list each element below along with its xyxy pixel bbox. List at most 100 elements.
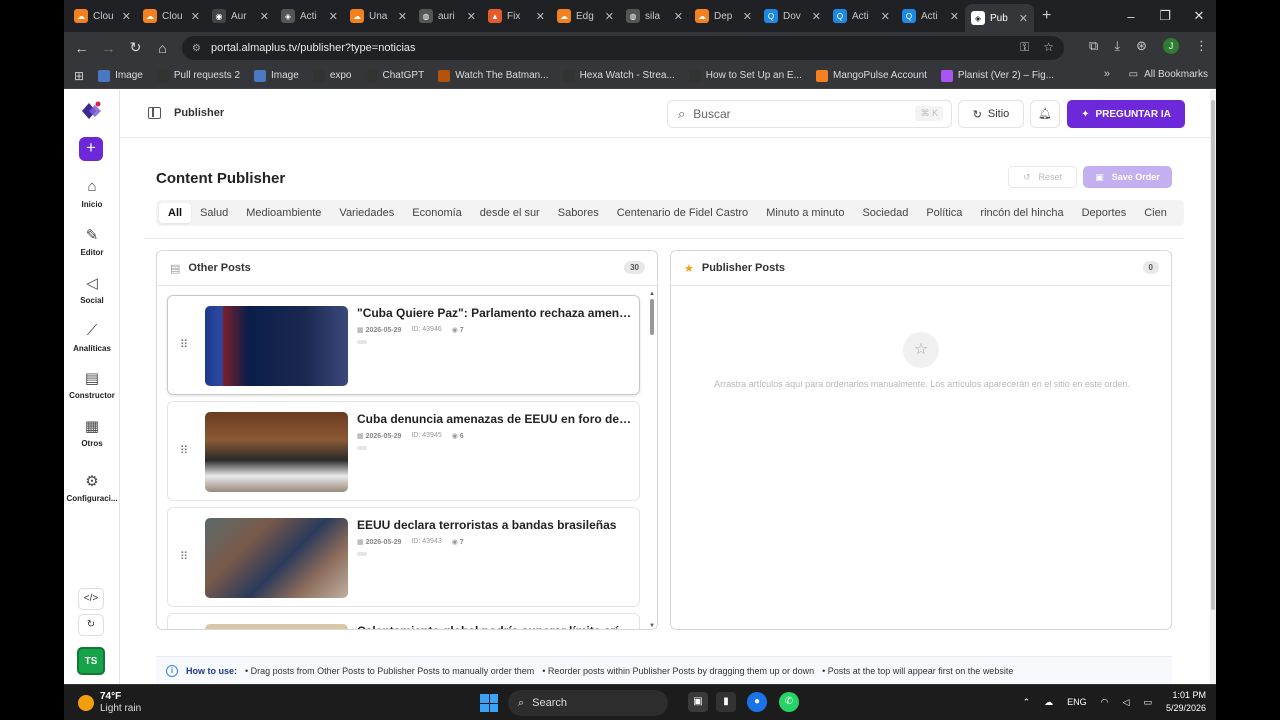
ask-ai-button[interactable]: ✦ PREGUNTAR IA bbox=[1067, 100, 1185, 128]
volume-icon[interactable]: ◁ bbox=[1123, 697, 1130, 708]
scroll-down-icon[interactable]: ▼ bbox=[649, 623, 655, 629]
category-tab[interactable]: Minuto a minuto bbox=[757, 203, 853, 223]
save-order-button[interactable]: ▣ Save Order bbox=[1083, 166, 1172, 188]
chrome-icon[interactable]: ● bbox=[747, 692, 767, 712]
tab-close-icon[interactable]: ✕ bbox=[605, 10, 614, 23]
bookmark-item[interactable]: Pull requests 2 bbox=[156, 69, 240, 82]
terminal-icon[interactable]: ▮ bbox=[716, 692, 736, 712]
scroll-up-icon[interactable]: ▲ bbox=[649, 291, 655, 297]
tab-close-icon[interactable]: ✕ bbox=[260, 10, 269, 23]
scroll-thumb[interactable] bbox=[650, 299, 654, 335]
category-tab[interactable]: All bbox=[159, 203, 192, 223]
tab-close-icon[interactable]: ✕ bbox=[329, 10, 338, 23]
task-view-icon[interactable]: ▣ bbox=[688, 692, 708, 712]
category-tab[interactable]: Sabores bbox=[549, 203, 608, 223]
category-tab[interactable]: Centenario de Fidel Castro bbox=[608, 203, 757, 223]
browser-tab[interactable]: ◈ Pub ✕ bbox=[965, 4, 1034, 32]
language-indicator[interactable]: ENG bbox=[1067, 697, 1087, 707]
all-bookmarks[interactable]: ▭ All Bookmarks bbox=[1129, 69, 1208, 80]
page-scrollbar[interactable] bbox=[1210, 90, 1216, 684]
site-button[interactable]: ↻ Sitio bbox=[958, 100, 1024, 128]
bookmark-item[interactable]: expo bbox=[312, 69, 352, 82]
profile-avatar[interactable]: J bbox=[1163, 38, 1179, 54]
sync-icon[interactable]: ⊛ bbox=[1136, 38, 1147, 54]
minimize-icon[interactable]: – bbox=[1114, 9, 1148, 24]
forward-icon[interactable]: → bbox=[95, 40, 122, 56]
category-tab[interactable]: Salud bbox=[191, 203, 237, 223]
downloads-icon[interactable]: ⤓ bbox=[1114, 38, 1120, 54]
bookmark-item[interactable]: ChatGPT bbox=[365, 69, 424, 82]
tab-close-icon[interactable]: ✕ bbox=[950, 10, 959, 23]
category-tab[interactable]: Política bbox=[917, 203, 971, 223]
sidebar-item-inicio[interactable]: ⌂ Inicio bbox=[64, 178, 120, 209]
sidebar-item-social[interactable]: ◁ Social bbox=[64, 274, 120, 305]
browser-tab[interactable]: ◈ Acti ✕ bbox=[275, 3, 344, 29]
bookmark-item[interactable]: Image bbox=[254, 69, 299, 82]
clock[interactable]: 1:01 PM 5/29/2026 bbox=[1166, 689, 1206, 715]
bookmark-item[interactable]: Hexa Watch - Strea... bbox=[562, 69, 675, 82]
tab-close-icon[interactable]: ✕ bbox=[1019, 12, 1028, 25]
post-card[interactable]: ⠿ "Cuba Quiere Paz": Parlamento rechaza a… bbox=[167, 295, 640, 395]
browser-tab[interactable]: ☁ Dep ✕ bbox=[689, 3, 758, 29]
app-logo[interactable] bbox=[78, 100, 104, 122]
refresh-icon[interactable]: ↻ bbox=[78, 614, 104, 636]
category-tab[interactable]: Cien bbox=[1135, 203, 1176, 223]
page-scroll-thumb[interactable] bbox=[1211, 100, 1215, 610]
category-tab[interactable]: Deportes bbox=[1073, 203, 1136, 223]
whatsapp-icon[interactable]: ✆ bbox=[779, 692, 799, 712]
tray-expand-icon[interactable]: ⌃ bbox=[1023, 697, 1031, 708]
notifications-bell-icon[interactable]: 🔔︎ bbox=[1030, 100, 1060, 128]
battery-icon[interactable]: ▭ bbox=[1143, 697, 1152, 708]
tab-close-icon[interactable]: ✕ bbox=[881, 10, 890, 23]
apps-grid-icon[interactable]: ⊞ bbox=[74, 69, 84, 83]
sidebar-item-constructor[interactable]: ▤ Constructor bbox=[64, 369, 120, 400]
bookmark-item[interactable]: How to Set Up an E... bbox=[688, 69, 802, 82]
menu-icon[interactable]: ⋮ bbox=[1195, 38, 1208, 54]
browser-tab[interactable]: ☁ Edg ✕ bbox=[551, 3, 620, 29]
post-card[interactable]: ⠿ Cuba denuncia amenazas de EEUU en foro … bbox=[167, 401, 640, 501]
site-info-icon[interactable]: ⚙ bbox=[192, 43, 201, 54]
restore-icon[interactable]: ❐ bbox=[1148, 8, 1182, 24]
browser-tab[interactable]: Q Acti ✕ bbox=[827, 3, 896, 29]
browser-tab[interactable]: ☁ Clou ✕ bbox=[68, 3, 137, 29]
sidebar-item-editor[interactable]: ✎ Editor bbox=[64, 226, 120, 257]
bookmark-item[interactable]: Image bbox=[98, 69, 143, 82]
tab-close-icon[interactable]: ✕ bbox=[122, 10, 131, 23]
bookmark-item[interactable]: Watch The Batman... bbox=[438, 69, 549, 82]
sidebar-item-analíticas[interactable]: ⟋ Analíticas bbox=[64, 322, 120, 353]
browser-tab[interactable]: Q Acti ✕ bbox=[896, 3, 965, 29]
tab-close-icon[interactable]: ✕ bbox=[398, 10, 407, 23]
url-field[interactable]: ⚙ portal.almaplus.tv/publisher?type=noti… bbox=[182, 36, 1064, 60]
weather-widget[interactable]: 74°F Light rain bbox=[78, 691, 141, 715]
browser-tab[interactable]: ▲ Fix ✕ bbox=[482, 3, 551, 29]
wifi-icon[interactable]: ◠ bbox=[1101, 697, 1109, 708]
bookmark-star-icon[interactable]: ☆ bbox=[1043, 40, 1054, 55]
browser-tab[interactable]: ◉ Aur ✕ bbox=[206, 3, 275, 29]
code-icon[interactable]: </> bbox=[78, 588, 104, 610]
category-tab[interactable]: Variedades bbox=[330, 203, 403, 223]
tab-close-icon[interactable]: ✕ bbox=[467, 10, 476, 23]
sidebar-item-otros[interactable]: ▦ Otros bbox=[64, 417, 120, 448]
bookmark-item[interactable]: Planist (Ver 2) – Fig... bbox=[940, 69, 1054, 82]
posts-scrollbar[interactable]: ▲ ▼ bbox=[649, 291, 655, 629]
reload-icon[interactable]: ↻ bbox=[122, 39, 149, 56]
bookmark-item[interactable]: MangoPulse Account bbox=[815, 69, 927, 82]
browser-tab[interactable]: ◍ auri ✕ bbox=[413, 3, 482, 29]
browser-tab[interactable]: Q Dov ✕ bbox=[758, 3, 827, 29]
category-tab[interactable]: rincón del hincha bbox=[971, 203, 1072, 223]
drag-handle-icon[interactable]: ⠿ bbox=[180, 444, 188, 457]
post-card[interactable]: ⠿ EEUU declara terroristas a bandas brasi… bbox=[167, 507, 640, 607]
publisher-posts-panel[interactable]: ★ Publisher Posts 0 ☆ Arrastra artículos… bbox=[670, 250, 1172, 630]
taskbar-search[interactable]: ⌕ Search bbox=[508, 690, 668, 716]
more-bookmarks-icon[interactable]: » bbox=[1104, 68, 1110, 80]
extensions-icon[interactable]: ⧉ bbox=[1089, 38, 1098, 54]
drag-handle-icon[interactable]: ⠿ bbox=[180, 338, 188, 351]
category-tab[interactable]: Economía bbox=[403, 203, 471, 223]
search-input[interactable]: ⌕ Buscar ⌘ K bbox=[667, 100, 952, 128]
reset-button[interactable]: ↺ Reset bbox=[1008, 166, 1077, 188]
browser-tab[interactable]: ☁ Una ✕ bbox=[344, 3, 413, 29]
tab-close-icon[interactable]: ✕ bbox=[191, 10, 200, 23]
category-tab[interactable]: Medioambiente bbox=[237, 203, 330, 223]
category-tab[interactable]: Sociedad bbox=[853, 203, 917, 223]
new-tab-icon[interactable]: + bbox=[1042, 7, 1051, 25]
